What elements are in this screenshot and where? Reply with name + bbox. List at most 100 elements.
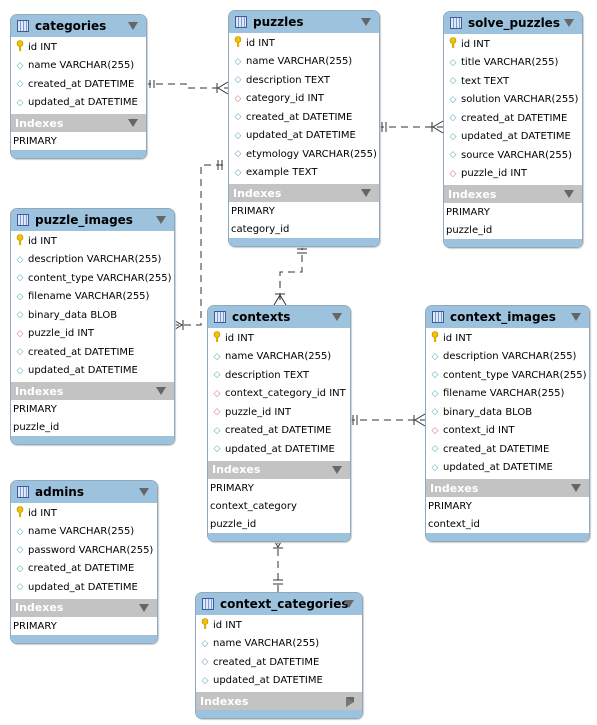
index-row[interactable]: PRIMARY <box>426 497 589 515</box>
table-admins[interactable]: admins id INT ◇ name VARCHAR(255) ◇ password … <box>10 480 158 644</box>
column-row[interactable]: ◇ title VARCHAR(255) <box>444 54 582 73</box>
table-solve_puzzles[interactable]: solve_puzzles id INT ◇ title VARCHAR(255) ◇ t… <box>443 11 583 248</box>
indexes-header[interactable]: Indexes <box>11 598 157 617</box>
column-row[interactable]: ◇ updated_at DATETIME <box>11 362 174 381</box>
column-row[interactable]: ◇ binary_data BLOB <box>11 306 174 325</box>
collapse-arrow-icon[interactable] <box>564 190 574 198</box>
table-puzzles[interactable]: puzzles id INT ◇ name VARCHAR(255) ◇ descript… <box>228 10 380 247</box>
column-row[interactable]: ◇ binary_data BLOB <box>426 403 589 422</box>
collapse-arrow-icon[interactable] <box>139 603 149 612</box>
table-header[interactable]: admins <box>11 481 157 503</box>
index-row[interactable]: puzzle_id <box>11 418 174 436</box>
collapse-arrow-icon[interactable] <box>128 119 138 127</box>
index-row[interactable]: category_id <box>229 220 379 238</box>
column-row[interactable]: ◇ created_at DATETIME <box>11 343 174 362</box>
index-row[interactable]: puzzle_id <box>444 221 582 239</box>
column-row[interactable]: ◇ created_at DATETIME <box>426 440 589 459</box>
index-row[interactable]: context_id <box>426 515 589 533</box>
column-row[interactable]: ◇ puzzle_id INT <box>208 403 350 422</box>
index-row[interactable]: PRIMARY <box>229 202 379 220</box>
column-row[interactable]: ◇ content_type VARCHAR(255) <box>11 269 174 288</box>
column-row[interactable]: ◇ created_at DATETIME <box>208 422 350 441</box>
collapse-arrow-icon[interactable] <box>139 488 149 496</box>
column-row[interactable]: id INT <box>444 35 582 54</box>
column-row[interactable]: ◇ name VARCHAR(255) <box>11 57 146 76</box>
collapse-arrow-icon[interactable] <box>571 484 581 492</box>
indexes-header[interactable]: Indexes <box>426 479 589 497</box>
table-header[interactable]: contexts <box>208 306 350 328</box>
indexes-header[interactable]: Indexes <box>229 184 379 202</box>
column-row[interactable]: ◇ name VARCHAR(255) <box>229 53 379 72</box>
column-row[interactable]: ◇ description TEXT <box>229 71 379 90</box>
column-row[interactable]: ◇ source VARCHAR(255) <box>444 146 582 165</box>
column-row[interactable]: ◇ filename VARCHAR(255) <box>11 288 174 307</box>
column-row[interactable]: ◇ updated_at DATETIME <box>11 578 157 597</box>
column-row[interactable]: id INT <box>196 616 362 635</box>
column-row[interactable]: ◇ updated_at DATETIME <box>11 94 146 113</box>
table-header[interactable]: categories <box>11 15 146 37</box>
indexes-header[interactable]: Indexes <box>208 460 350 479</box>
expand-arrow-icon[interactable] <box>346 697 354 707</box>
column-row[interactable]: id INT <box>11 232 174 251</box>
collapse-arrow-icon[interactable] <box>332 313 342 321</box>
column-row[interactable]: ◇ updated_at DATETIME <box>229 127 379 146</box>
collapse-arrow-icon[interactable] <box>361 18 371 26</box>
column-row[interactable]: ◇ puzzle_id INT <box>444 165 582 184</box>
collapse-arrow-icon[interactable] <box>156 216 166 224</box>
column-row[interactable]: ◇ name VARCHAR(255) <box>196 635 362 654</box>
column-row[interactable]: ◇ example TEXT <box>229 164 379 183</box>
indexes-header[interactable]: Indexes <box>11 114 146 132</box>
indexes-header[interactable]: Indexes <box>11 382 174 400</box>
column-row[interactable]: ◇ updated_at DATETIME <box>208 440 350 459</box>
table-header[interactable]: context_images <box>426 306 589 328</box>
table-context_images[interactable]: context_images id INT ◇ description VARCHAR… <box>425 305 590 542</box>
column-row[interactable]: ◇ updated_at DATETIME <box>426 459 589 478</box>
table-categories[interactable]: categories id INT ◇ name VARCHAR(255) ◇ creat… <box>10 14 147 159</box>
column-row[interactable]: ◇ updated_at DATETIME <box>444 128 582 147</box>
column-row[interactable]: id INT <box>11 504 157 523</box>
column-row[interactable]: id INT <box>426 329 589 348</box>
column-row[interactable]: ◇ description VARCHAR(255) <box>426 348 589 367</box>
collapse-arrow-icon[interactable] <box>156 387 166 395</box>
column-row[interactable]: ◇ created_at DATETIME <box>11 75 146 94</box>
table-context_categories[interactable]: context_categories id INT ◇ name VARCHAR(25… <box>195 592 363 719</box>
column-row[interactable]: ◇ updated_at DATETIME <box>196 672 362 691</box>
column-row[interactable]: id INT <box>208 329 350 348</box>
column-row[interactable]: id INT <box>11 38 146 57</box>
collapse-arrow-icon[interactable] <box>128 22 138 30</box>
index-row[interactable]: PRIMARY <box>11 616 157 635</box>
column-row[interactable]: ◇ etymology VARCHAR(255) <box>229 145 379 164</box>
index-row[interactable]: PRIMARY <box>444 203 582 221</box>
column-row[interactable]: ◇ content_type VARCHAR(255) <box>426 366 589 385</box>
table-header[interactable]: solve_puzzles <box>444 12 582 34</box>
collapse-arrow-icon[interactable] <box>564 19 574 27</box>
index-row[interactable]: PRIMARY <box>208 478 350 497</box>
column-row[interactable]: ◇ puzzle_id INT <box>11 325 174 344</box>
column-row[interactable]: ◇ description VARCHAR(255) <box>11 251 174 270</box>
column-row[interactable]: ◇ created_at DATETIME <box>11 560 157 579</box>
table-contexts[interactable]: contexts id INT ◇ name VARCHAR(255) ◇ descrip… <box>207 305 351 542</box>
table-header[interactable]: context_categories <box>196 593 362 615</box>
index-row[interactable]: PRIMARY <box>11 132 146 150</box>
column-row[interactable]: ◇ created_at DATETIME <box>444 109 582 128</box>
collapse-arrow-icon[interactable] <box>332 465 342 474</box>
column-row[interactable]: ◇ filename VARCHAR(255) <box>426 385 589 404</box>
column-row[interactable]: ◇ name VARCHAR(255) <box>208 348 350 367</box>
column-row[interactable]: ◇ password VARCHAR(255) <box>11 541 157 560</box>
column-row[interactable]: ◇ context_category_id INT <box>208 385 350 404</box>
index-row[interactable]: puzzle_id <box>208 514 350 533</box>
column-row[interactable]: ◇ context_id INT <box>426 422 589 441</box>
column-row[interactable]: ◇ text TEXT <box>444 72 582 91</box>
column-row[interactable]: ◇ name VARCHAR(255) <box>11 523 157 542</box>
collapse-arrow-icon[interactable] <box>361 189 371 197</box>
table-header[interactable]: puzzles <box>229 11 379 33</box>
column-row[interactable]: ◇ description TEXT <box>208 366 350 385</box>
collapse-arrow-icon[interactable] <box>344 600 354 608</box>
column-row[interactable]: ◇ created_at DATETIME <box>196 653 362 672</box>
index-row[interactable]: context_category <box>208 496 350 515</box>
column-row[interactable]: id INT <box>229 34 379 53</box>
column-row[interactable]: ◇ created_at DATETIME <box>229 108 379 127</box>
indexes-header[interactable]: Indexes <box>444 185 582 203</box>
table-header[interactable]: puzzle_images <box>11 209 174 231</box>
column-row[interactable]: ◇ solution VARCHAR(255) <box>444 91 582 110</box>
